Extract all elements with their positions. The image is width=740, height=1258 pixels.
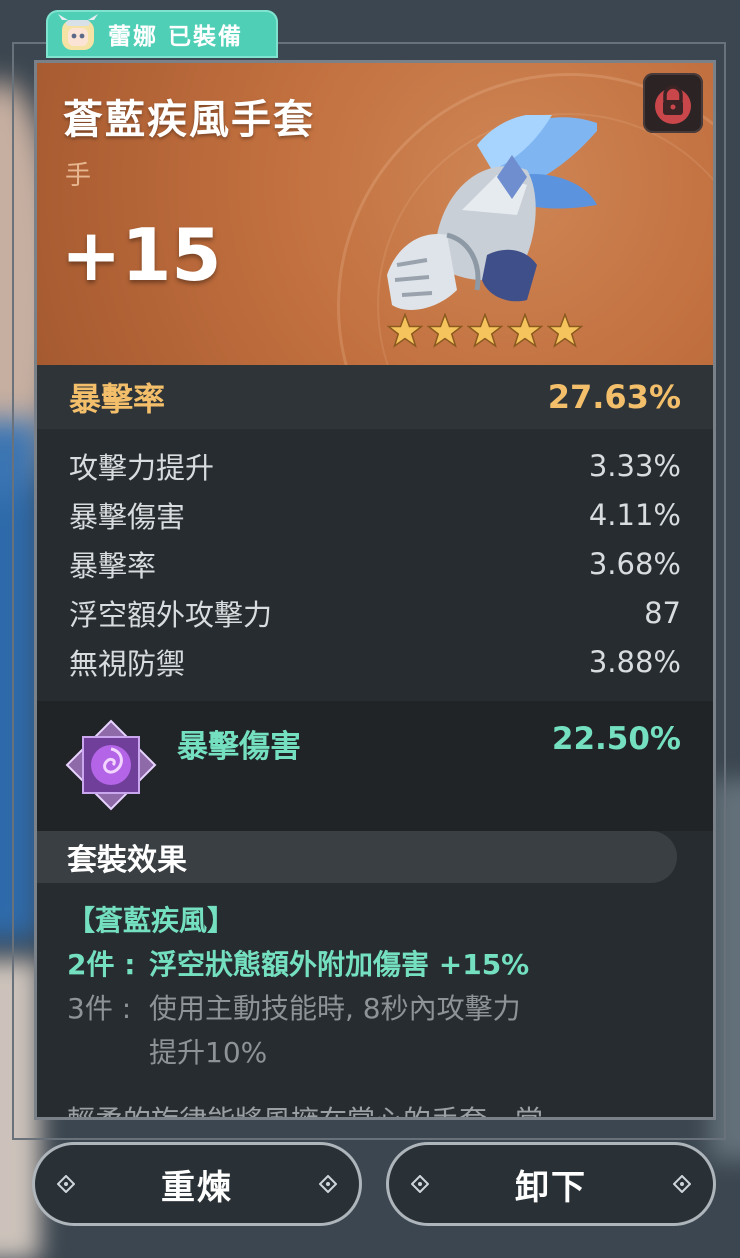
set-bonus-2: 2件 : 浮空狀態額外附加傷害 +15% bbox=[67, 943, 687, 987]
item-header: 蒼藍疾風手套 手 +15 bbox=[37, 63, 713, 365]
main-stat-value: 27.63% bbox=[547, 378, 681, 416]
sub-stat-name: 攻擊力提升 bbox=[69, 450, 215, 485]
sub-stat-row: 無視防禦 3.88% bbox=[37, 637, 713, 686]
set-bonus-text: 浮空狀態額外附加傷害 +15% bbox=[149, 948, 530, 981]
star-icon bbox=[427, 313, 463, 348]
item-level: +15 bbox=[61, 213, 222, 297]
sub-stat-name: 暴擊傷害 bbox=[69, 499, 186, 534]
sub-stats-list: 攻擊力提升 3.33% 暴擊傷害 4.11% 暴擊率 3.68% 浮空額外攻擊力… bbox=[37, 441, 713, 686]
sub-stat-name: 浮空額外攻擊力 bbox=[69, 597, 273, 632]
sub-stat-row: 暴擊傷害 4.11% bbox=[37, 490, 713, 539]
sub-stat-value: 87 bbox=[644, 595, 681, 630]
rune-stat-name: 暴擊傷害 bbox=[177, 729, 301, 765]
sub-stat-row: 攻擊力提升 3.33% bbox=[37, 441, 713, 490]
set-effect-header: 套裝效果 bbox=[37, 831, 677, 883]
main-stat-name: 暴擊率 bbox=[69, 380, 166, 418]
item-name: 蒼藍疾風手套 bbox=[63, 97, 315, 143]
equipped-label: 蕾娜 已裝備 bbox=[108, 24, 244, 50]
set-name: 【蒼藍疾風】 bbox=[67, 904, 236, 937]
refine-label: 重煉 bbox=[161, 1167, 233, 1208]
sub-stat-row: 浮空額外攻擊力 87 bbox=[37, 588, 713, 637]
set-bonus-text-line2: 提升10% bbox=[149, 1036, 268, 1069]
sub-stat-name: 無視防禦 bbox=[69, 646, 186, 681]
refine-button[interactable]: 重煉 bbox=[32, 1142, 362, 1226]
unequip-button[interactable]: 卸下 bbox=[386, 1142, 716, 1226]
item-slot: 手 bbox=[65, 161, 92, 191]
sub-stat-name: 暴擊率 bbox=[69, 548, 157, 583]
unequip-label: 卸下 bbox=[515, 1167, 587, 1208]
sub-stat-value: 3.33% bbox=[588, 448, 681, 483]
set-effect-title: 套裝效果 bbox=[67, 843, 187, 878]
lock-button[interactable] bbox=[643, 73, 703, 133]
star-icon bbox=[547, 313, 583, 348]
diamond-icon bbox=[319, 1175, 337, 1193]
star-icon bbox=[507, 313, 543, 348]
gauntlet-icon bbox=[387, 115, 597, 310]
rarity-stars bbox=[387, 313, 587, 349]
flavor-text: 輕柔的旋律能將風擁在掌心的手套，當 bbox=[67, 1099, 543, 1117]
avatar bbox=[56, 14, 100, 54]
star-icon bbox=[467, 313, 503, 348]
set-bonus-count: 2件 : bbox=[67, 948, 136, 981]
set-bonus-count: 3件 : bbox=[67, 992, 132, 1025]
rune-stat-value: 22.50% bbox=[551, 721, 681, 757]
diamond-icon bbox=[57, 1175, 75, 1193]
set-bonus-3: 3件 : 使用主動技能時, 8秒內攻擊力 提升10% bbox=[67, 987, 687, 1075]
rune-icon bbox=[65, 719, 157, 811]
lock-icon bbox=[655, 85, 691, 124]
set-effect-body: 【蒼藍疾風】 2件 : 浮空狀態額外附加傷害 +15% 3件 : 使用主動技能時… bbox=[67, 899, 687, 1075]
equipped-tag: 蕾娜 已裝備 bbox=[46, 10, 278, 58]
rune-stat-row: 暴擊傷害 22.50% bbox=[37, 701, 713, 831]
set-bonus-text-line1: 使用主動技能時, 8秒內攻擊力 bbox=[149, 992, 521, 1025]
item-detail-panel: 蒼藍疾風手套 手 +15 暴擊率 27.63% 攻擊力提升 3.33% 暴擊傷害… bbox=[34, 60, 716, 1120]
set-bonus-text: 使用主動技能時, 8秒內攻擊力 提升10% bbox=[149, 987, 521, 1075]
diamond-icon bbox=[673, 1175, 691, 1193]
star-icon bbox=[387, 313, 423, 348]
sub-stat-value: 3.68% bbox=[588, 546, 681, 581]
diamond-icon bbox=[411, 1175, 429, 1193]
sub-stat-row: 暴擊率 3.68% bbox=[37, 539, 713, 588]
main-stat-row: 暴擊率 27.63% bbox=[37, 365, 713, 429]
sub-stat-value: 4.11% bbox=[588, 497, 681, 532]
sub-stat-value: 3.88% bbox=[588, 644, 681, 679]
